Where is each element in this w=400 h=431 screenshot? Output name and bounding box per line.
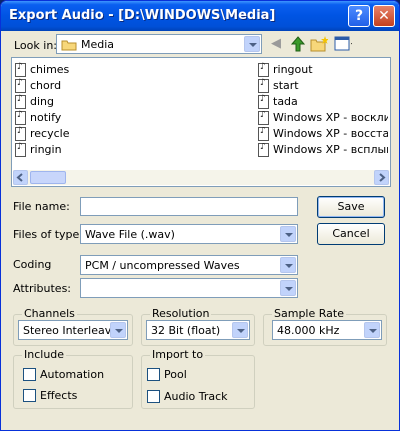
file-name-input[interactable] <box>80 197 298 216</box>
back-icon[interactable]: ◀ <box>267 35 285 53</box>
resolution-title: Resolution <box>150 307 212 320</box>
audio-file-icon <box>15 94 26 109</box>
audio-file-icon <box>15 78 26 93</box>
chevron-down-icon[interactable] <box>110 322 126 338</box>
audio-track-checkbox[interactable] <box>147 390 160 403</box>
automation-label: Automation <box>40 368 105 381</box>
help-button[interactable]: ? <box>348 5 370 27</box>
resolution-value: 32 Bit (float) <box>151 324 221 337</box>
sample-rate-title: Sample Rate <box>272 307 346 320</box>
chevron-down-icon[interactable] <box>280 226 296 242</box>
attributes-select[interactable] <box>80 278 298 298</box>
automation-checkbox[interactable] <box>23 368 36 381</box>
coding-select[interactable]: PCM / uncompressed Waves <box>80 255 298 275</box>
channels-title: Channels <box>22 307 77 320</box>
import-to-title: Import to <box>150 348 206 361</box>
list-item[interactable]: Windows XP - восстановл <box>258 127 388 142</box>
file-type-select[interactable]: Wave File (.wav) <box>80 224 298 244</box>
coding-value: PCM / uncompressed Waves <box>85 259 240 272</box>
resolution-select[interactable]: 32 Bit (float) <box>146 320 250 340</box>
chevron-down-icon[interactable] <box>364 322 380 338</box>
window-title: Export Audio - [D:\WINDOWS\Media] <box>9 8 276 23</box>
cancel-button[interactable]: Cancel <box>317 223 385 245</box>
export-audio-dialog: Export Audio - [D:\WINDOWS\Media] ? ✕ Lo… <box>0 0 400 431</box>
close-button[interactable]: ✕ <box>373 5 395 27</box>
new-folder-icon[interactable] <box>310 35 328 53</box>
chevron-down-icon[interactable] <box>280 257 296 273</box>
audio-file-icon <box>258 127 269 141</box>
look-in-select[interactable]: Media <box>56 34 262 54</box>
sample-rate-value: 48.000 kHz <box>277 324 340 337</box>
look-in-label: Look in: <box>14 39 57 52</box>
scroll-left-button[interactable] <box>13 170 28 185</box>
include-title: Include <box>22 348 67 361</box>
chevron-down-icon[interactable] <box>232 322 248 338</box>
scrollbar-thumb[interactable] <box>30 171 66 184</box>
audio-file-icon <box>15 62 26 77</box>
audio-file-icon <box>258 143 269 157</box>
question-icon: ? <box>354 8 364 24</box>
audio-file-icon <box>258 111 269 125</box>
effects-label: Effects <box>40 389 78 402</box>
audio-file-icon <box>15 126 26 141</box>
horizontal-scrollbar[interactable] <box>13 170 389 185</box>
close-icon: ✕ <box>378 8 390 24</box>
sample-rate-select[interactable]: 48.000 kHz <box>272 320 382 340</box>
list-item[interactable]: Windows XP - восклицани <box>258 111 388 126</box>
scroll-right-button[interactable] <box>374 170 389 185</box>
save-button[interactable]: Save <box>317 196 385 218</box>
up-folder-icon[interactable] <box>289 35 307 53</box>
audio-file-icon <box>258 94 269 109</box>
coding-label: Coding <box>13 258 52 271</box>
chevron-left-icon <box>16 173 23 182</box>
look-in-value: Media <box>81 38 115 51</box>
audio-file-icon <box>15 110 26 125</box>
file-type-value: Wave File (.wav) <box>85 228 175 241</box>
channels-select[interactable]: Stereo Interleaved <box>18 320 128 340</box>
chevron-down-icon[interactable] <box>280 280 296 296</box>
audio-file-icon <box>258 62 269 77</box>
attributes-label: Attributes: <box>13 282 72 295</box>
pool-checkbox[interactable] <box>147 368 160 381</box>
pool-label: Pool <box>164 368 187 381</box>
audio-file-icon <box>15 142 26 157</box>
chevron-right-icon <box>379 173 386 182</box>
title-bar[interactable]: Export Audio - [D:\WINDOWS\Media] ? ✕ <box>1 1 399 31</box>
chevron-down-icon[interactable] <box>244 36 260 52</box>
audio-file-icon <box>258 78 269 93</box>
file-type-label: Files of type: <box>13 228 84 241</box>
audio-track-label: Audio Track <box>164 390 228 403</box>
list-item[interactable]: Windows XP - всплывающ <box>258 143 388 158</box>
effects-checkbox[interactable] <box>23 389 36 402</box>
file-name-label: File name: <box>13 200 70 213</box>
folder-icon <box>61 40 77 51</box>
file-list[interactable]: chimes chord ding notify recycle ringin … <box>11 57 391 187</box>
view-menu-icon[interactable] <box>334 35 352 53</box>
